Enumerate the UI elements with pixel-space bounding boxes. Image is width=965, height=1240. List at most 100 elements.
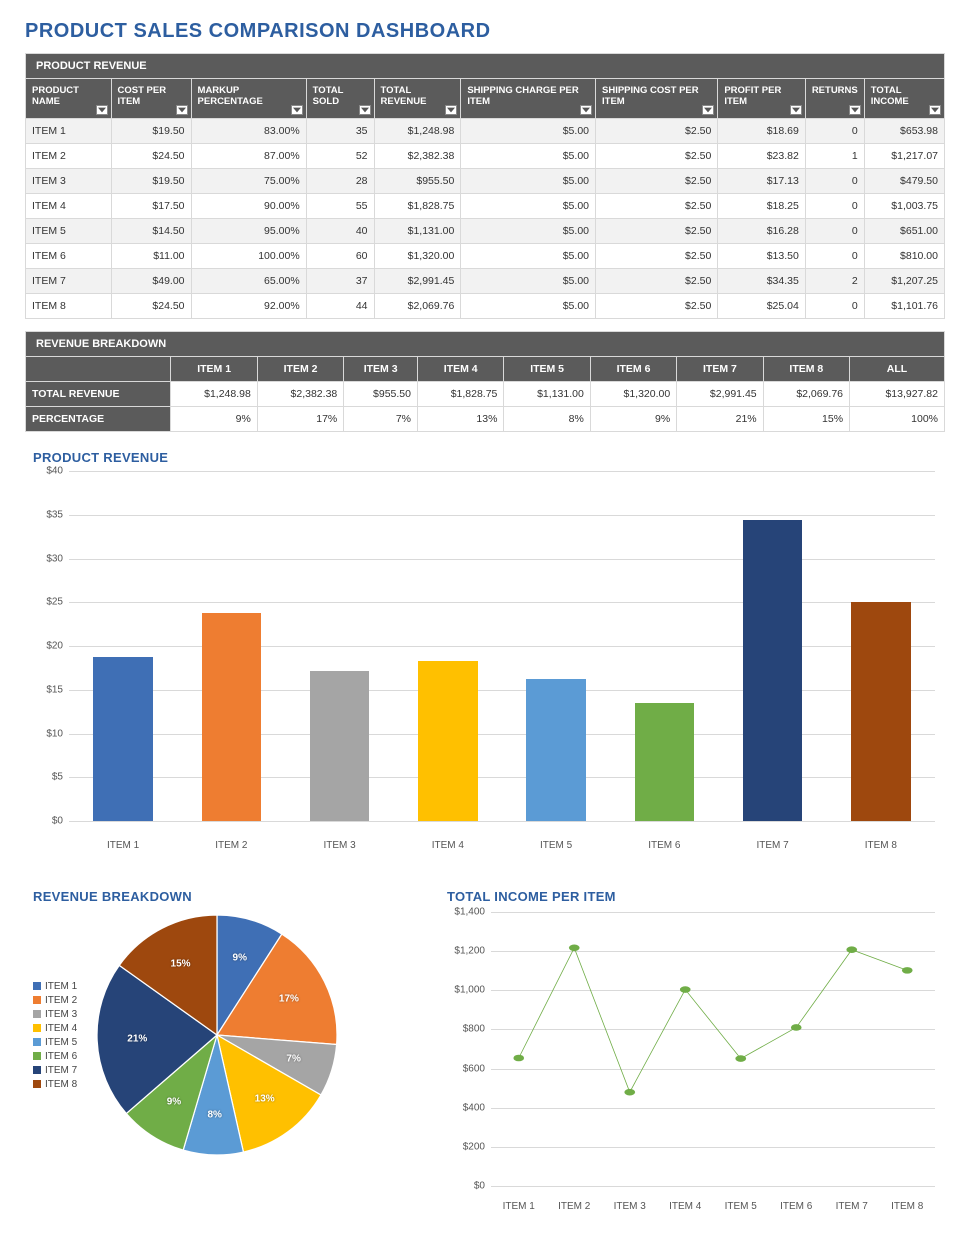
filter-dropdown-icon[interactable] xyxy=(580,105,592,115)
legend-swatch xyxy=(33,1024,41,1032)
y-axis-label: $0 xyxy=(29,816,63,827)
table-cell: $2.50 xyxy=(596,219,718,244)
x-axis-label: ITEM 6 xyxy=(769,1201,825,1212)
revenue-header-cell[interactable]: PRODUCT NAME xyxy=(26,79,112,119)
table-cell: $810.00 xyxy=(864,244,944,269)
filter-dropdown-icon[interactable] xyxy=(849,105,861,115)
legend-swatch xyxy=(33,1038,41,1046)
table-row: ITEM 8$24.5092.00%44$2,069.76$5.00$2.50$… xyxy=(26,294,945,319)
bar xyxy=(418,661,478,821)
y-axis-label: $800 xyxy=(439,1024,485,1035)
table-row: ITEM 5$14.5095.00%40$1,131.00$5.00$2.50$… xyxy=(26,219,945,244)
table-cell: 7% xyxy=(344,407,418,432)
line-chart-title: TOTAL INCOME PER ITEM xyxy=(447,889,945,904)
revenue-header-cell[interactable]: SHIPPING COST PER ITEM xyxy=(596,79,718,119)
pie-slice-label: 13% xyxy=(255,1094,275,1105)
line-point xyxy=(735,1055,746,1062)
table-cell: $13.50 xyxy=(718,244,806,269)
table-cell: $24.50 xyxy=(111,144,191,169)
revenue-header-cell[interactable]: RETURNS xyxy=(805,79,864,119)
filter-dropdown-icon[interactable] xyxy=(291,105,303,115)
y-axis-label: $15 xyxy=(29,684,63,695)
table-cell: 1 xyxy=(805,144,864,169)
table-cell: $17.50 xyxy=(111,194,191,219)
table-cell: 35 xyxy=(306,119,374,144)
revenue-header-cell[interactable]: COST PER ITEM xyxy=(111,79,191,119)
table-row: ITEM 1$19.5083.00%35$1,248.98$5.00$2.50$… xyxy=(26,119,945,144)
x-axis-label: ITEM 2 xyxy=(547,1201,603,1212)
revenue-header-cell[interactable]: SHIPPING CHARGE PER ITEM xyxy=(461,79,596,119)
table-cell: 0 xyxy=(805,119,864,144)
filter-dropdown-icon[interactable] xyxy=(929,105,941,115)
legend-item: ITEM 8 xyxy=(33,1079,77,1090)
table-cell: $2,382.38 xyxy=(257,382,343,407)
legend-item: ITEM 6 xyxy=(33,1051,77,1062)
table-cell: $14.50 xyxy=(111,219,191,244)
line-point xyxy=(902,967,913,974)
legend-item: ITEM 2 xyxy=(33,995,77,1006)
pie-legend: ITEM 1ITEM 2ITEM 3ITEM 4ITEM 5ITEM 6ITEM… xyxy=(33,978,77,1093)
table-cell: $11.00 xyxy=(111,244,191,269)
filter-dropdown-icon[interactable] xyxy=(445,105,457,115)
x-axis-label: ITEM 7 xyxy=(719,840,827,851)
filter-dropdown-icon[interactable] xyxy=(790,105,802,115)
y-axis-label: $400 xyxy=(439,1102,485,1113)
bar xyxy=(526,679,586,821)
legend-swatch xyxy=(33,1066,41,1074)
y-axis-label: $35 xyxy=(29,509,63,520)
bar xyxy=(851,602,911,821)
legend-swatch xyxy=(33,996,41,1004)
breakdown-table: ITEM 1ITEM 2ITEM 3ITEM 4ITEM 5ITEM 6ITEM… xyxy=(25,356,945,432)
legend-item: ITEM 5 xyxy=(33,1037,77,1048)
table-cell: 52 xyxy=(306,144,374,169)
table-cell: $2.50 xyxy=(596,269,718,294)
filter-dropdown-icon[interactable] xyxy=(702,105,714,115)
table-cell: 90.00% xyxy=(191,194,306,219)
table-cell: 92.00% xyxy=(191,294,306,319)
table-cell: ITEM 5 xyxy=(26,219,112,244)
x-axis-label: ITEM 3 xyxy=(286,840,394,851)
table-cell: ITEM 4 xyxy=(26,194,112,219)
revenue-header-cell[interactable]: MARKUP PERCENTAGE xyxy=(191,79,306,119)
table-cell: $1,828.75 xyxy=(374,194,461,219)
filter-dropdown-icon[interactable] xyxy=(176,105,188,115)
pie-slice-label: 9% xyxy=(233,953,247,964)
table-cell: $5.00 xyxy=(461,269,596,294)
x-axis-label: ITEM 3 xyxy=(602,1201,658,1212)
bar-chart: $0$5$10$15$20$25$30$35$40ITEM 1ITEM 2ITE… xyxy=(29,471,945,851)
table-cell: $1,101.76 xyxy=(864,294,944,319)
x-axis-label: ITEM 6 xyxy=(610,840,718,851)
breakdown-header: ITEM 1 xyxy=(171,357,257,382)
table-cell: 60 xyxy=(306,244,374,269)
table-cell: 100.00% xyxy=(191,244,306,269)
x-axis-label: ITEM 1 xyxy=(69,840,177,851)
line-point xyxy=(791,1024,802,1031)
table-cell: $1,320.00 xyxy=(590,382,676,407)
table-cell: 44 xyxy=(306,294,374,319)
pie-slice-label: 21% xyxy=(127,1033,147,1044)
breakdown-panel-title: REVENUE BREAKDOWN xyxy=(25,331,945,356)
revenue-header-cell[interactable]: PROFIT PER ITEM xyxy=(718,79,806,119)
revenue-header-cell[interactable]: TOTAL INCOME xyxy=(864,79,944,119)
table-cell: $2.50 xyxy=(596,119,718,144)
line-point xyxy=(624,1089,635,1096)
revenue-header-cell[interactable]: TOTAL SOLD xyxy=(306,79,374,119)
line-point xyxy=(680,986,691,993)
y-axis-label: $30 xyxy=(29,553,63,564)
legend-item: ITEM 7 xyxy=(33,1065,77,1076)
legend-label: ITEM 7 xyxy=(45,1065,77,1076)
table-cell: 28 xyxy=(306,169,374,194)
revenue-header-cell[interactable]: TOTAL REVENUE xyxy=(374,79,461,119)
legend-label: ITEM 5 xyxy=(45,1037,77,1048)
filter-dropdown-icon[interactable] xyxy=(359,105,371,115)
breakdown-header: ITEM 8 xyxy=(763,357,849,382)
table-cell: 9% xyxy=(590,407,676,432)
breakdown-header: ITEM 7 xyxy=(677,357,763,382)
filter-dropdown-icon[interactable] xyxy=(96,105,108,115)
table-cell: $2,991.45 xyxy=(677,382,763,407)
x-axis-label: ITEM 5 xyxy=(502,840,610,851)
breakdown-header: ITEM 4 xyxy=(418,357,504,382)
table-cell: $1,207.25 xyxy=(864,269,944,294)
table-cell: 0 xyxy=(805,219,864,244)
table-cell: $5.00 xyxy=(461,294,596,319)
